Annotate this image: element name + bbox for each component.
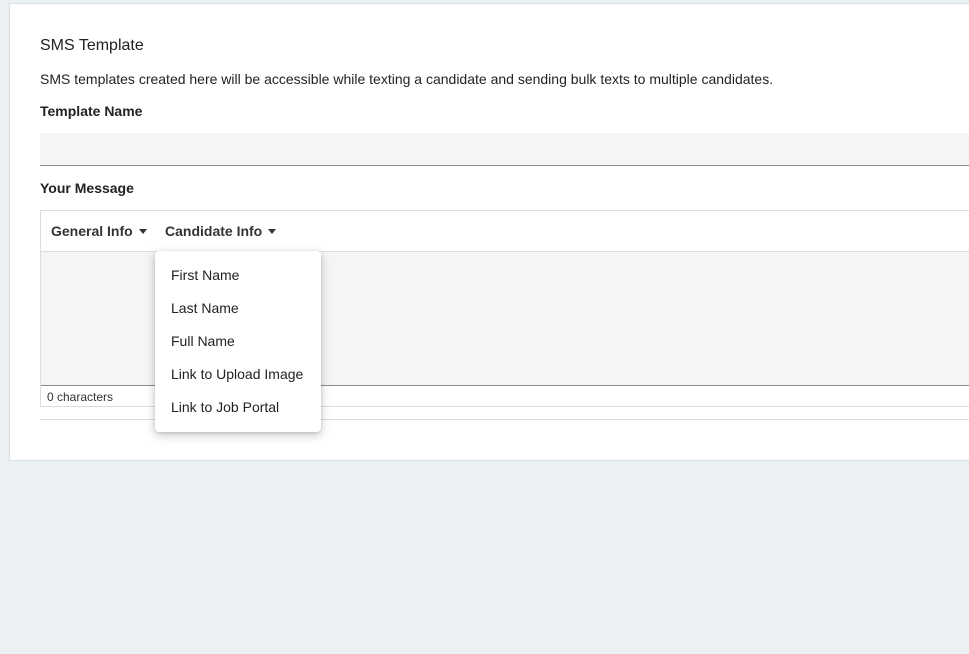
menu-item-link-to-job-portal[interactable]: Link to Job Portal (155, 392, 321, 425)
candidate-info-label: Candidate Info (165, 223, 263, 239)
chevron-down-icon (138, 228, 147, 234)
template-name-input[interactable] (40, 133, 969, 165)
page-description: SMS templates created here will be acces… (40, 71, 774, 87)
menu-item-full-name[interactable]: Full Name (155, 326, 321, 359)
template-name-label: Template Name (40, 103, 143, 119)
template-name-field-wrapper (40, 133, 969, 166)
page-title: SMS Template (40, 37, 144, 54)
menu-item-link-to-upload-image[interactable]: Link to Upload Image (155, 359, 321, 392)
general-info-dropdown-button[interactable]: General Info (51, 223, 147, 239)
general-info-label: General Info (51, 223, 133, 239)
menu-item-last-name[interactable]: Last Name (155, 293, 321, 326)
menu-item-first-name[interactable]: First Name (155, 260, 321, 293)
your-message-label: Your Message (40, 180, 134, 196)
candidate-info-dropdown-button[interactable]: Candidate Info (165, 223, 277, 239)
sms-template-card: SMS Template SMS templates created here … (9, 3, 969, 461)
candidate-info-menu: First Name Last Name Full Name Link to U… (155, 251, 321, 432)
character-counter: 0 characters (47, 390, 114, 404)
editor-toolbar: General Info Candidate Info (41, 211, 969, 252)
chevron-down-icon (268, 228, 277, 234)
